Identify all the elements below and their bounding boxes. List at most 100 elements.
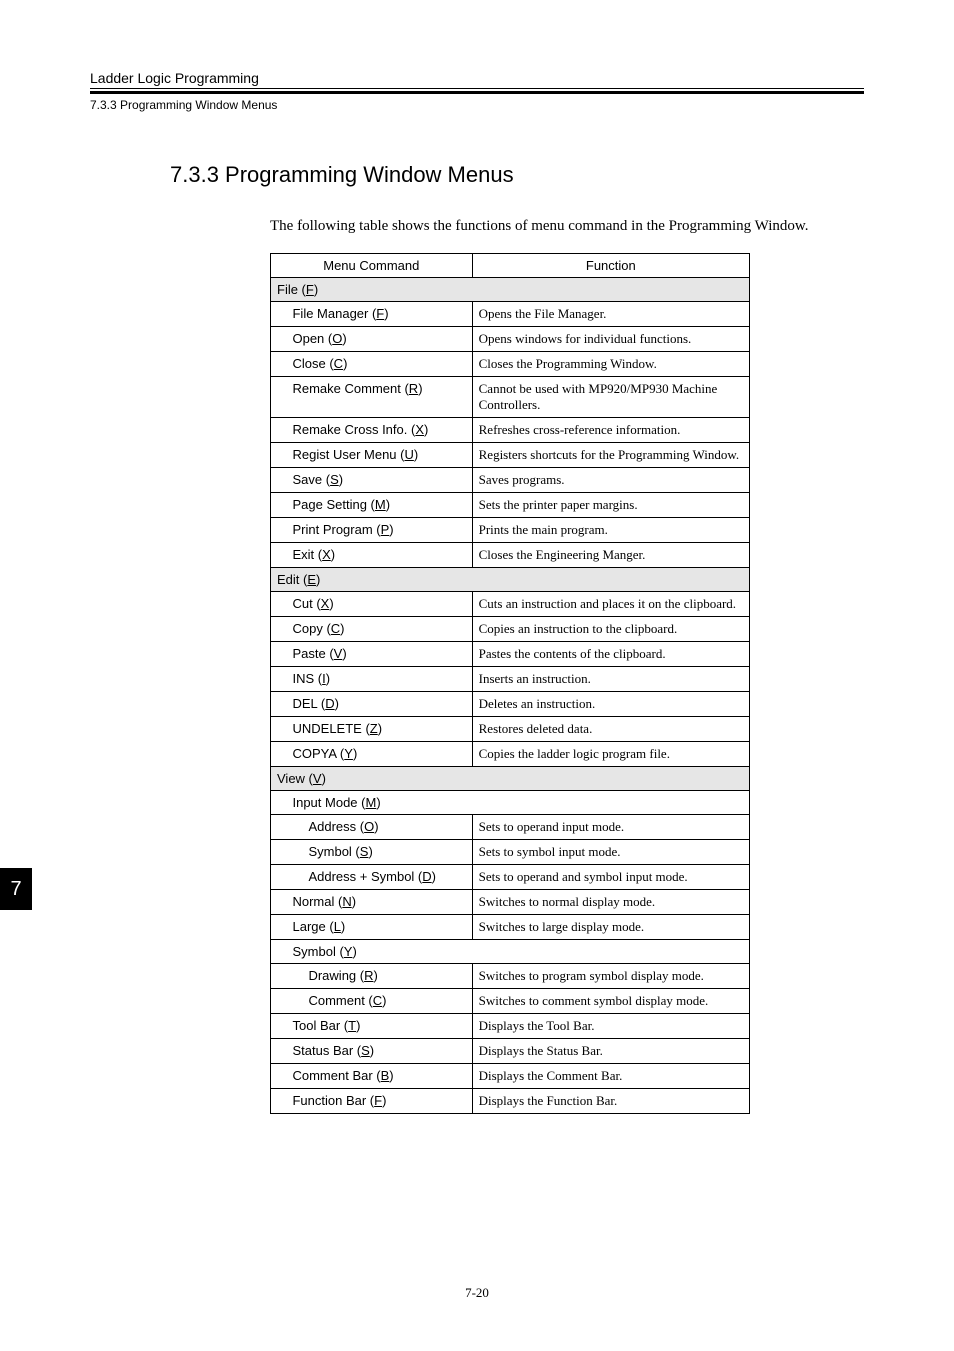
table-func-cell: Displays the Tool Bar. [472, 1014, 749, 1039]
table-cmd-label: Close (C) [286, 352, 472, 377]
table-func-cell: Closes the Programming Window. [472, 352, 749, 377]
table-cmd-label: Copy (C) [286, 617, 472, 642]
table-group-label: View (V) [271, 767, 750, 791]
table-cmd-label: Page Setting (M) [286, 493, 472, 518]
table-func-cell: Displays the Comment Bar. [472, 1064, 749, 1089]
table-cmd-label: Save (S) [286, 468, 472, 493]
table-cmd-label: Status Bar (S) [286, 1039, 472, 1064]
table-row: Copy (C)Copies an instruction to the cli… [271, 617, 750, 642]
table-cmd-label: Normal (N) [286, 890, 472, 915]
table-row: UNDELETE (Z)Restores deleted data. [271, 717, 750, 742]
table-row: Exit (X)Closes the Engineering Manger. [271, 543, 750, 568]
table-row: Address (O)Sets to operand input mode. [271, 815, 750, 840]
header-chapter-title: Ladder Logic Programming [90, 70, 864, 89]
table-func-cell: Prints the main program. [472, 518, 749, 543]
table-func-cell: Closes the Engineering Manger. [472, 543, 749, 568]
table-func-cell: Sets to operand input mode. [472, 815, 749, 840]
table-func-cell: Switches to large display mode. [472, 915, 749, 940]
table-row: Remake Comment (R)Cannot be used with MP… [271, 377, 750, 418]
table-row: Cut (X)Cuts an instruction and places it… [271, 592, 750, 617]
table-func-cell: Opens windows for individual functions. [472, 327, 749, 352]
table-row: Open (O)Opens windows for individual fun… [271, 327, 750, 352]
table-group-row: View (V) [271, 767, 750, 791]
table-row: Print Program (P)Prints the main program… [271, 518, 750, 543]
table-group-label: Edit (E) [271, 568, 750, 592]
table-header-row: Menu Command Function [271, 254, 750, 278]
table-cmd-label: Print Program (P) [286, 518, 472, 543]
table-row: Comment (C)Switches to comment symbol di… [271, 989, 750, 1014]
table-cmd-label: Address (O) [302, 815, 472, 840]
table-group-row: Edit (E) [271, 568, 750, 592]
table-header-func: Function [472, 254, 749, 278]
table-row: Tool Bar (T)Displays the Tool Bar. [271, 1014, 750, 1039]
table-func-cell: Pastes the contents of the clipboard. [472, 642, 749, 667]
header-section-ref: 7.3.3 Programming Window Menus [90, 91, 864, 112]
table-cmd-label: Tool Bar (T) [286, 1014, 472, 1039]
table-cmd-label: Symbol (S) [302, 840, 472, 865]
table-row: Page Setting (M)Sets the printer paper m… [271, 493, 750, 518]
table-row: COPYA (Y)Copies the ladder logic program… [271, 742, 750, 767]
table-func-cell: Copies an instruction to the clipboard. [472, 617, 749, 642]
table-subgroup-label: Symbol (Y) [286, 940, 749, 964]
table-cmd-label: DEL (D) [286, 692, 472, 717]
table-func-cell: Sets to symbol input mode. [472, 840, 749, 865]
table-cmd-label: Exit (X) [286, 543, 472, 568]
table-group-row: File (F) [271, 278, 750, 302]
table-func-cell: Deletes an instruction. [472, 692, 749, 717]
table-cmd-label: Regist User Menu (U) [286, 443, 472, 468]
table-func-cell: Switches to normal display mode. [472, 890, 749, 915]
table-cmd-label: Cut (X) [286, 592, 472, 617]
table-row: INS (I)Inserts an instruction. [271, 667, 750, 692]
section-title: 7.3.3 Programming Window Menus [170, 162, 864, 188]
table-func-cell: Displays the Status Bar. [472, 1039, 749, 1064]
menu-command-table: Menu Command Function File (F)File Manag… [270, 253, 864, 1114]
table-cmd-label: COPYA (Y) [286, 742, 472, 767]
table-func-cell: Restores deleted data. [472, 717, 749, 742]
table-row: Save (S)Saves programs. [271, 468, 750, 493]
table-func-cell: Displays the Function Bar. [472, 1089, 749, 1114]
table-cmd-label: INS (I) [286, 667, 472, 692]
table-func-cell: Cuts an instruction and places it on the… [472, 592, 749, 617]
table-cmd-label: Remake Comment (R) [286, 377, 472, 418]
table-row: Function Bar (F)Displays the Function Ba… [271, 1089, 750, 1114]
table-func-cell: Registers shortcuts for the Programming … [472, 443, 749, 468]
table-row: Status Bar (S)Displays the Status Bar. [271, 1039, 750, 1064]
table-cmd-label: Function Bar (F) [286, 1089, 472, 1114]
table-group-label: File (F) [271, 278, 750, 302]
table-cmd-label: Drawing (R) [302, 964, 472, 989]
table-cmd-label: Paste (V) [286, 642, 472, 667]
table-row: Regist User Menu (U)Registers shortcuts … [271, 443, 750, 468]
table-row: Symbol (Y) [271, 940, 750, 964]
table-func-cell: Switches to program symbol display mode. [472, 964, 749, 989]
table-row: DEL (D)Deletes an instruction. [271, 692, 750, 717]
table-cmd-label: Comment Bar (B) [286, 1064, 472, 1089]
table-row: Drawing (R)Switches to program symbol di… [271, 964, 750, 989]
table-func-cell: Sets to operand and symbol input mode. [472, 865, 749, 890]
table-func-cell: Opens the File Manager. [472, 302, 749, 327]
table-row: File Manager (F)Opens the File Manager. [271, 302, 750, 327]
table-header-cmd: Menu Command [271, 254, 473, 278]
table-cmd-label: Open (O) [286, 327, 472, 352]
chapter-tab: 7 [0, 868, 32, 910]
table-func-cell: Cannot be used with MP920/MP930 Machine … [472, 377, 749, 418]
table-func-cell: Saves programs. [472, 468, 749, 493]
section-intro: The following table shows the functions … [270, 218, 864, 235]
table-subgroup-label: Input Mode (M) [286, 791, 749, 815]
table-cmd-label: Large (L) [286, 915, 472, 940]
table-func-cell: Switches to comment symbol display mode. [472, 989, 749, 1014]
table-func-cell: Refreshes cross-reference information. [472, 418, 749, 443]
table-cmd-label: File Manager (F) [286, 302, 472, 327]
table-cmd-label: Address + Symbol (D) [302, 865, 472, 890]
table-row: Address + Symbol (D)Sets to operand and … [271, 865, 750, 890]
table-func-cell: Copies the ladder logic program file. [472, 742, 749, 767]
table-func-cell: Sets the printer paper margins. [472, 493, 749, 518]
table-row: Large (L)Switches to large display mode. [271, 915, 750, 940]
table-func-cell: Inserts an instruction. [472, 667, 749, 692]
table-row: Comment Bar (B)Displays the Comment Bar. [271, 1064, 750, 1089]
table-row: Paste (V)Pastes the contents of the clip… [271, 642, 750, 667]
table-row: Input Mode (M) [271, 791, 750, 815]
table-cmd-label: UNDELETE (Z) [286, 717, 472, 742]
page-number: 7-20 [0, 1285, 954, 1301]
table-row: Symbol (S)Sets to symbol input mode. [271, 840, 750, 865]
table-row: Normal (N)Switches to normal display mod… [271, 890, 750, 915]
